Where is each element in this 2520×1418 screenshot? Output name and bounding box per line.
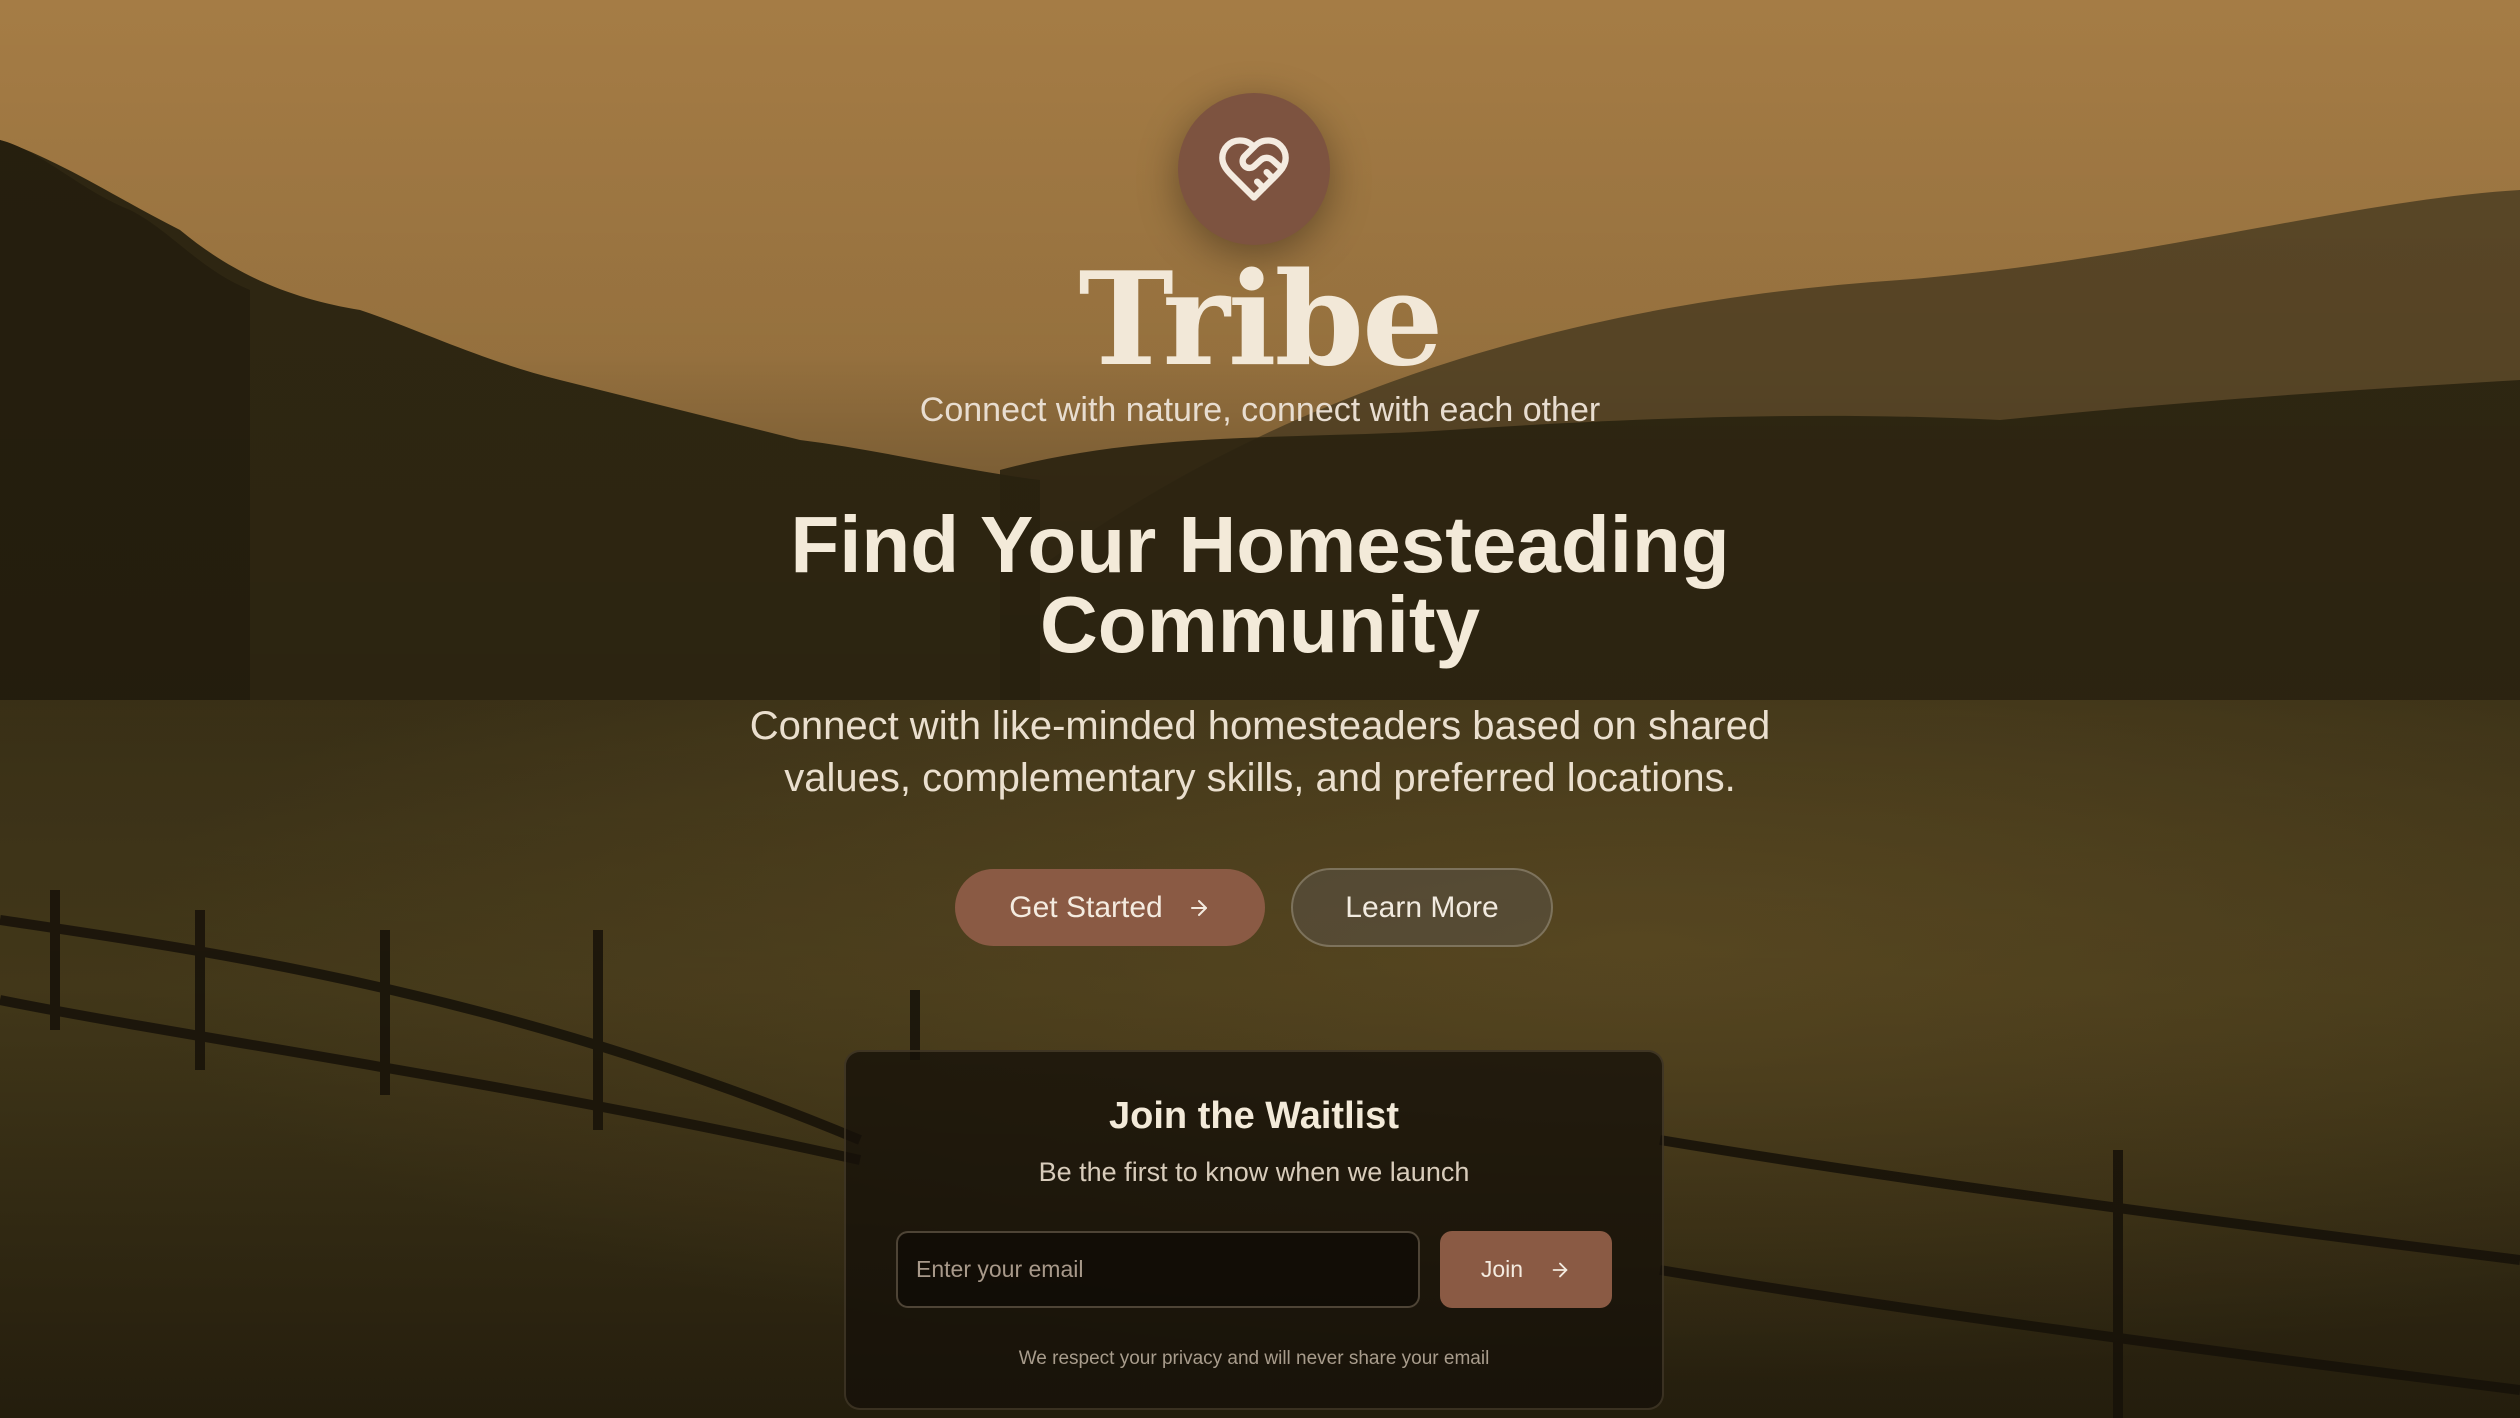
hero-section: Tribe Connect with nature, connect with … bbox=[0, 0, 2520, 1418]
heart-handshake-icon bbox=[1219, 137, 1289, 201]
email-input[interactable] bbox=[896, 1231, 1420, 1308]
waitlist-card: Join the Waitlist Be the first to know w… bbox=[844, 1050, 1664, 1410]
arrow-right-icon bbox=[1187, 896, 1211, 920]
hero-headline: Find Your Homesteading Community bbox=[0, 505, 2520, 665]
logo bbox=[1178, 93, 1330, 245]
arrow-right-icon bbox=[1549, 1259, 1571, 1281]
hero-subheadline: Connect with like-minded homesteaders ba… bbox=[700, 700, 1820, 804]
waitlist-title: Join the Waitlist bbox=[1109, 1095, 1399, 1137]
join-button[interactable]: Join bbox=[1440, 1231, 1612, 1308]
privacy-note: We respect your privacy and will never s… bbox=[1018, 1348, 1490, 1369]
brand-name: Tribe bbox=[1078, 245, 1444, 395]
get-started-button[interactable]: Get Started bbox=[955, 869, 1265, 946]
join-label: Join bbox=[1480, 1256, 1524, 1282]
hero-subheadline-line-1: Connect with like-minded homesteaders ba… bbox=[749, 704, 1771, 748]
landing-page: Tribe Connect with nature, connect with … bbox=[0, 0, 2520, 1418]
hero-subheadline-line-2: values, complementary skills, and prefer… bbox=[784, 756, 1736, 800]
learn-more-label: Learn More bbox=[1345, 890, 1499, 924]
brand-tagline: Connect with nature, connect with each o… bbox=[919, 391, 1601, 429]
learn-more-button[interactable]: Learn More bbox=[1291, 868, 1553, 947]
get-started-label: Get Started bbox=[1009, 890, 1163, 924]
hero-headline-line-1: Find Your Homesteading bbox=[790, 500, 1730, 589]
waitlist-subtitle: Be the first to know when we launch bbox=[1038, 1157, 1470, 1187]
hero-headline-line-2: Community bbox=[1040, 580, 1480, 669]
